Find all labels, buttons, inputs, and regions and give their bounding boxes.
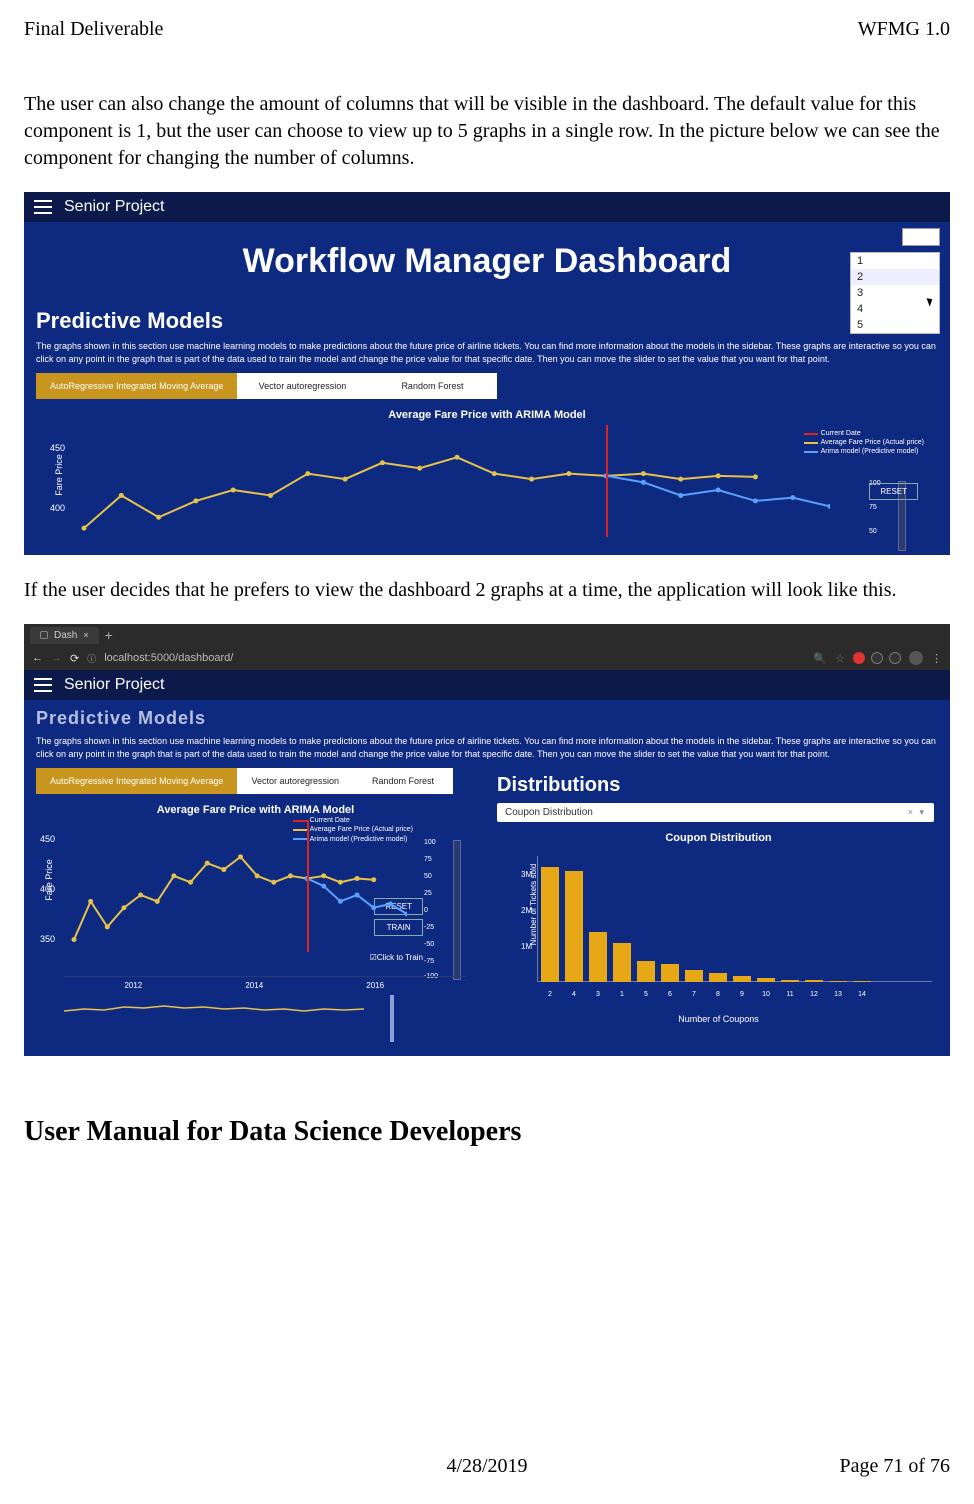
bar[interactable] [541,867,559,982]
columns-dropdown[interactable]: 1 2 3 4 5 [850,252,940,334]
tab-var[interactable]: Vector autoregression [237,768,353,794]
value-slider[interactable]: 100 75 50 25 0 -25 -50 -75 -100 [413,840,473,980]
columns-option-1[interactable]: 1 [851,253,939,269]
hamburger-icon[interactable] [34,678,52,692]
footer-page: Page 71 of 76 [839,1455,950,1478]
extension-icon[interactable] [889,652,901,664]
app-title: Senior Project [64,676,165,694]
address-bar[interactable]: localhost:5000/dashboard/ [104,652,805,664]
browser-chrome: Dash × + ← → ⟳ ⓘ localhost:5000/dashboar… [24,624,950,670]
arima-line-chart-small[interactable]: Fare Price 450 400 350 Current Date Aver… [34,820,477,970]
reset-button[interactable]: RESET [869,483,918,500]
arima-line-chart[interactable]: Fare Price 450 400 Current Date Average … [44,425,930,555]
doc-header-right: WFMG 1.0 [858,18,950,41]
paragraph-1: The user can also change the amount of c… [24,91,950,172]
columns-option-4[interactable]: 4 [851,301,939,317]
nav-back-icon[interactable]: ← [32,652,43,664]
bar[interactable] [805,980,823,982]
distribution-select[interactable]: Coupon Distribution × ▾ [497,803,934,822]
tab-arima[interactable]: AutoRegressive Integrated Moving Average [36,768,237,794]
browser-menu-icon[interactable]: ⋮ [931,652,942,665]
nav-forward-icon[interactable]: → [51,652,62,664]
hamburger-icon[interactable] [34,200,52,214]
bar[interactable] [709,973,727,982]
chart-title-arima: Average Fare Price with ARIMA Model [24,794,487,820]
bar[interactable] [733,976,751,982]
bar[interactable] [589,932,607,982]
bar[interactable] [613,943,631,983]
bar[interactable] [565,871,583,983]
footer-date: 4/28/2019 [446,1455,527,1478]
extension-icon[interactable] [871,652,883,664]
section-description: The graphs shown in this section use mac… [24,731,950,768]
coupon-bar-chart[interactable]: Number of Tickets sold 1M2M3M24315678910… [523,850,936,1000]
distributions-header: Distributions [487,768,950,803]
tab-arima[interactable]: AutoRegressive Integrated Moving Average [36,373,237,399]
bar[interactable] [853,981,871,982]
doc-header-left: Final Deliverable [24,18,163,41]
site-info-icon[interactable]: ⓘ [87,652,96,665]
screenshot-2: Dash × + ← → ⟳ ⓘ localhost:5000/dashboar… [24,624,950,1056]
bar[interactable] [781,980,799,983]
section-description: The graphs shown in this section use mac… [24,336,950,373]
section-title-predictive: Predictive Models [24,300,950,336]
nav-reload-icon[interactable]: ⟳ [70,652,79,665]
bar[interactable] [637,961,655,983]
columns-option-2[interactable]: 2 [851,269,939,285]
columns-input[interactable] [902,228,940,246]
columns-option-5[interactable]: 5 [851,317,939,333]
bar[interactable] [757,978,775,982]
star-icon[interactable]: ☆ [835,652,845,665]
close-tab-icon[interactable]: × [83,630,88,640]
bar[interactable] [661,964,679,982]
range-selector[interactable]: 2012 2014 2016 [64,976,467,1046]
page-title: Workflow Manager Dashboard [243,242,732,281]
bar[interactable] [685,970,703,983]
clear-dropdown-icon[interactable]: × ▾ [908,807,926,818]
chart-title-arima: Average Fare Price with ARIMA Model [24,399,950,425]
browser-tab[interactable]: Dash × [30,627,99,644]
tab-rf[interactable]: Random Forest [367,373,497,399]
heading-user-manual: User Manual for Data Science Developers [24,1116,950,1148]
tab-rf[interactable]: Random Forest [353,768,453,794]
app-title: Senior Project [64,198,165,216]
tab-favicon-icon [40,631,48,639]
extension-icon[interactable] [853,652,865,664]
current-date-line [307,820,309,952]
bar-chart-title: Coupon Distribution [487,832,950,844]
current-date-line [606,425,608,537]
bar[interactable] [829,981,847,982]
range-handle[interactable] [390,995,394,1042]
search-icon[interactable]: 🔍 [813,652,827,665]
profile-icon[interactable] [909,651,923,665]
paragraph-2: If the user decides that he prefers to v… [24,577,950,604]
bar-x-label: Number of Coupons [487,1012,950,1034]
tab-var[interactable]: Vector autoregression [237,373,367,399]
section-title-truncated: Predictive Models [24,700,950,731]
screenshot-1: Senior Project Workflow Manager Dashboar… [24,192,950,555]
new-tab-button[interactable]: + [105,627,113,643]
